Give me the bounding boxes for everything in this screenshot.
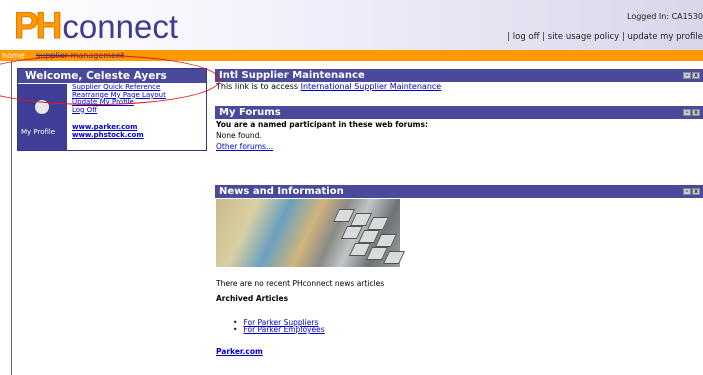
my-profile-label[interactable]: My Profile bbox=[21, 128, 55, 136]
nav-bar: home supplier management bbox=[0, 50, 703, 61]
external-links: www.parker.com www.phstock.com bbox=[72, 123, 144, 139]
for-parker-employees-link[interactable]: For Parker Employees bbox=[243, 325, 324, 334]
logged-in-text: Logged In: CA1530 bbox=[627, 12, 703, 21]
intl-portlet-controls: – x bbox=[683, 72, 700, 79]
log-off-link[interactable]: log off bbox=[513, 32, 540, 42]
parker-com-news-link[interactable]: Parker.com bbox=[216, 347, 263, 356]
forums-portlet-title: My Forums bbox=[219, 107, 281, 118]
site-usage-policy-link[interactable]: site usage policy bbox=[548, 32, 619, 42]
news-portlet: News and Information – x There are no re… bbox=[215, 185, 703, 356]
intl-supplier-portlet: Intl Supplier Maintenance – x This link … bbox=[215, 69, 703, 91]
phstock-com-link[interactable]: www.phstock.com bbox=[72, 131, 144, 139]
profile-panel[interactable]: My Profile bbox=[18, 84, 67, 150]
header: PH connect Logged In: CA1530 | log off |… bbox=[0, 0, 703, 50]
intl-text: This link is to access bbox=[216, 82, 301, 91]
news-recent-text: There are no recent PHconnect news artic… bbox=[216, 279, 385, 288]
logo-ph: PH bbox=[13, 5, 62, 46]
forums-portlet-body: You are a named participant in these web… bbox=[215, 119, 703, 152]
update-my-profile-link[interactable]: update my profile bbox=[627, 32, 703, 42]
left-border bbox=[11, 61, 12, 375]
minimize-icon[interactable]: – bbox=[683, 188, 691, 195]
news-portlet-controls: – x bbox=[683, 188, 700, 195]
nav-supplier-management[interactable]: supplier management bbox=[36, 50, 124, 61]
profile-avatar-icon bbox=[35, 100, 49, 114]
phconnect-logo[interactable]: PH connect bbox=[13, 5, 178, 46]
forums-portlet-titlebar: My Forums – x bbox=[215, 106, 703, 119]
nav-home[interactable]: home bbox=[2, 50, 25, 61]
close-icon[interactable]: x bbox=[692, 72, 700, 79]
other-forums-link[interactable]: Other forums... bbox=[216, 141, 703, 152]
welcome-box: Welcome, Celeste Ayers My Profile Suppli… bbox=[17, 68, 207, 151]
close-icon[interactable]: x bbox=[692, 188, 700, 195]
intl-supplier-maintenance-link[interactable]: International Supplier Maintenance bbox=[301, 82, 442, 91]
article-item: • For Parker Employees bbox=[233, 325, 325, 334]
parker-com-link[interactable]: www.parker.com bbox=[72, 123, 144, 131]
intl-portlet-titlebar: Intl Supplier Maintenance – x bbox=[215, 69, 703, 82]
forums-participant-text: You are a named participant in these web… bbox=[216, 120, 428, 129]
archived-articles-heading: Archived Articles bbox=[216, 294, 289, 303]
log-off-link-welcome[interactable]: Log Off bbox=[72, 106, 166, 115]
logo-connect: connect bbox=[62, 8, 178, 45]
close-icon[interactable]: x bbox=[692, 109, 700, 116]
news-image-map-keyboard bbox=[216, 199, 406, 267]
news-portlet-title: News and Information bbox=[219, 186, 344, 197]
my-forums-portlet: My Forums – x You are a named participan… bbox=[215, 106, 703, 152]
forums-none-found: None found. bbox=[216, 131, 262, 140]
intl-portlet-title: Intl Supplier Maintenance bbox=[219, 70, 365, 81]
welcome-title: Welcome, Celeste Ayers bbox=[18, 69, 206, 83]
welcome-links: Supplier Quick Reference Rearrange My Pa… bbox=[72, 83, 166, 115]
minimize-icon[interactable]: – bbox=[683, 72, 691, 79]
intl-portlet-body: This link is to access International Sup… bbox=[215, 82, 703, 91]
minimize-icon[interactable]: – bbox=[683, 109, 691, 116]
news-portlet-titlebar: News and Information – x bbox=[215, 185, 703, 198]
forums-portlet-controls: – x bbox=[683, 109, 700, 116]
top-links: | log off | site usage policy | update m… bbox=[507, 32, 703, 42]
